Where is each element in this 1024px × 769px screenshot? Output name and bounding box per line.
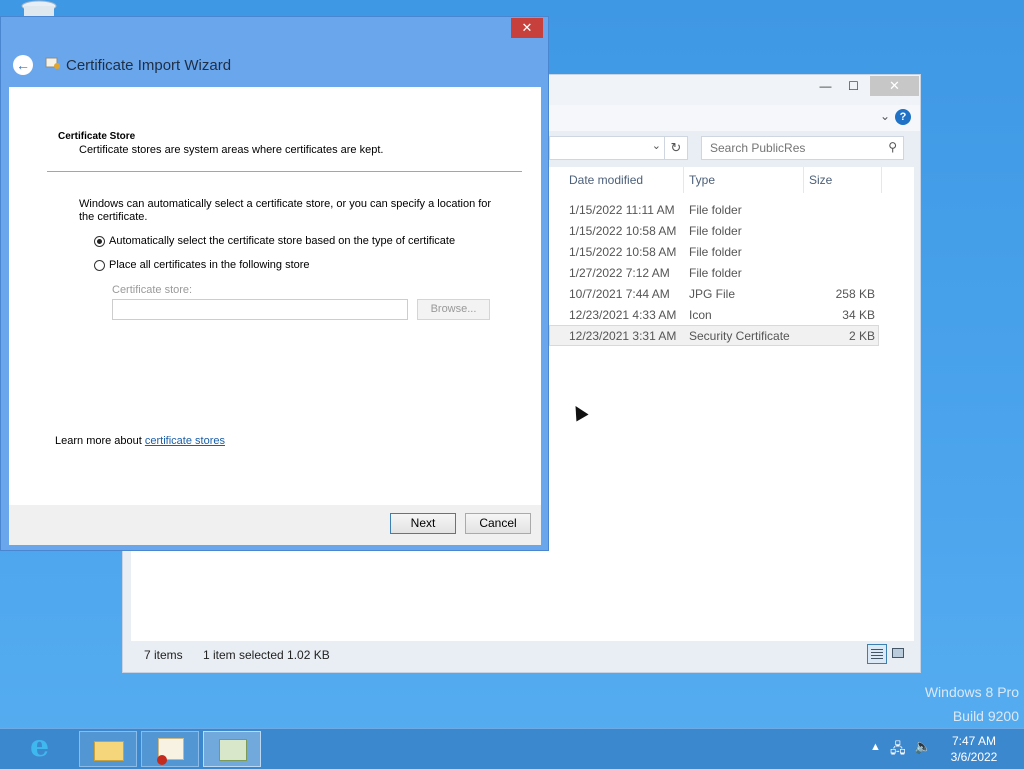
- volume-muted-icon[interactable]: 🔈: [914, 738, 931, 755]
- taskbar: e ▲ 🖧 🔈 7:47 AM 3/6/2022: [0, 728, 1024, 769]
- status-selection: 1 item selected 1.02 KB: [203, 648, 330, 662]
- search-input[interactable]: [702, 137, 882, 159]
- learn-more-text: Learn more about certificate stores: [55, 435, 225, 447]
- address-bar[interactable]: ⌄: [549, 136, 665, 160]
- next-button[interactable]: Next: [390, 513, 456, 534]
- date-cell: 1/27/2022 7:12 AM: [569, 266, 670, 280]
- type-cell: JPG File: [689, 287, 736, 301]
- type-cell: File folder: [689, 224, 742, 238]
- refresh-icon[interactable]: ↻: [664, 136, 688, 160]
- file-row[interactable]: 1/15/2022 10:58 AM File folder: [549, 241, 879, 262]
- wizard-content: Certificate Store Certificate stores are…: [9, 87, 541, 505]
- certificate-store-field[interactable]: [112, 299, 408, 320]
- file-row[interactable]: 1/15/2022 10:58 AM File folder: [549, 220, 879, 241]
- auto-select-label[interactable]: Automatically select the certificate sto…: [109, 235, 455, 247]
- windows-build-watermark: Build 9200: [952, 708, 1019, 724]
- type-cell: File folder: [689, 266, 742, 280]
- column-header-date[interactable]: Date modified: [569, 173, 643, 187]
- type-cell: Security Certificate: [689, 329, 790, 343]
- expand-ribbon-icon[interactable]: ⌄: [880, 109, 890, 123]
- folder-icon: [94, 741, 124, 761]
- maximize-button[interactable]: ☐: [839, 76, 868, 96]
- taskbar-certificate[interactable]: [141, 731, 199, 767]
- date-cell: 1/15/2022 10:58 AM: [569, 245, 677, 259]
- minimize-button[interactable]: —: [811, 76, 840, 96]
- file-row[interactable]: 12/23/2021 4:33 AM Icon 34 KB: [549, 304, 879, 325]
- search-icon[interactable]: ⚲: [888, 140, 897, 154]
- date-cell: 1/15/2022 10:58 AM: [569, 224, 677, 238]
- file-row[interactable]: 10/7/2021 7:44 AM JPG File 258 KB: [549, 283, 879, 304]
- certificate-wizard-icon: [219, 739, 247, 761]
- internet-explorer-icon: e: [30, 729, 50, 764]
- section-heading: Certificate Store: [58, 131, 136, 142]
- taskbar-internet-explorer[interactable]: e: [18, 729, 76, 767]
- close-button[interactable]: ✕: [870, 76, 919, 96]
- column-header-size[interactable]: Size: [809, 173, 832, 187]
- certificate-import-wizard: ✕ ← Certificate Import Wizard Certificat…: [0, 16, 549, 551]
- section-subheading: Certificate stores are system areas wher…: [79, 144, 384, 156]
- search-box[interactable]: ⚲: [701, 136, 904, 160]
- manual-store-radio[interactable]: [94, 260, 105, 271]
- wizard-footer: Next Cancel: [9, 505, 541, 545]
- details-view-icon: [871, 649, 883, 659]
- column-divider[interactable]: [881, 167, 882, 193]
- description-text: Windows can automatically select a certi…: [79, 198, 492, 223]
- large-icons-view-button[interactable]: [889, 644, 909, 664]
- help-icon[interactable]: ?: [895, 109, 911, 125]
- taskbar-certificate-wizard[interactable]: [203, 731, 261, 767]
- cancel-button[interactable]: Cancel: [465, 513, 531, 534]
- large-icons-view-icon: [892, 648, 904, 658]
- type-cell: Icon: [689, 308, 712, 322]
- show-hidden-icons-arrow[interactable]: ▲: [870, 741, 881, 753]
- file-row[interactable]: 1/15/2022 11:11 AM File folder: [549, 199, 879, 220]
- certificate-store-label: Certificate store:: [112, 284, 193, 296]
- size-cell: 258 KB: [835, 287, 875, 301]
- browse-button[interactable]: Browse...: [417, 299, 490, 320]
- date-cell: 12/23/2021 4:33 AM: [569, 308, 677, 322]
- certificate-error-icon: [157, 738, 184, 765]
- certificate-stores-link[interactable]: certificate stores: [145, 435, 225, 447]
- type-cell: File folder: [689, 245, 742, 259]
- date-cell: 10/7/2021 7:44 AM: [569, 287, 670, 301]
- certificate-icon: [45, 57, 60, 69]
- back-arrow-icon[interactable]: ←: [13, 55, 33, 75]
- learn-more-prefix: Learn more about: [55, 435, 145, 447]
- file-row-selected[interactable]: 12/23/2021 3:31 AM Security Certificate …: [549, 325, 879, 346]
- windows-edition-watermark: Windows 8 Pro: [924, 684, 1019, 700]
- type-cell: File folder: [689, 203, 742, 217]
- system-clock[interactable]: 7:47 AM 3/6/2022: [944, 733, 1004, 765]
- details-view-button[interactable]: [867, 644, 887, 664]
- status-item-count: 7 items: [144, 648, 183, 662]
- network-icon[interactable]: 🖧: [890, 738, 906, 762]
- column-header-type[interactable]: Type: [689, 173, 715, 187]
- size-cell: 2 KB: [848, 329, 875, 343]
- file-row[interactable]: 1/27/2022 7:12 AM File folder: [549, 262, 879, 283]
- chevron-down-icon[interactable]: ⌄: [652, 139, 661, 152]
- wizard-title: Certificate Import Wizard: [66, 57, 232, 74]
- size-cell: 34 KB: [842, 308, 875, 322]
- column-divider[interactable]: [803, 167, 804, 193]
- manual-store-label[interactable]: Place all certificates in the following …: [109, 259, 310, 271]
- divider: [47, 171, 522, 172]
- auto-select-radio[interactable]: [94, 236, 105, 247]
- taskbar-file-explorer[interactable]: [79, 731, 137, 767]
- date-cell: 1/15/2022 11:11 AM: [569, 203, 675, 217]
- close-button[interactable]: ✕: [511, 18, 543, 38]
- recycle-bin-icon[interactable]: [20, 0, 58, 16]
- date-cell: 12/23/2021 3:31 AM: [569, 329, 677, 343]
- column-divider[interactable]: [683, 167, 684, 193]
- clock-time: 7:47 AM: [951, 734, 997, 748]
- clock-date: 3/6/2022: [950, 750, 998, 764]
